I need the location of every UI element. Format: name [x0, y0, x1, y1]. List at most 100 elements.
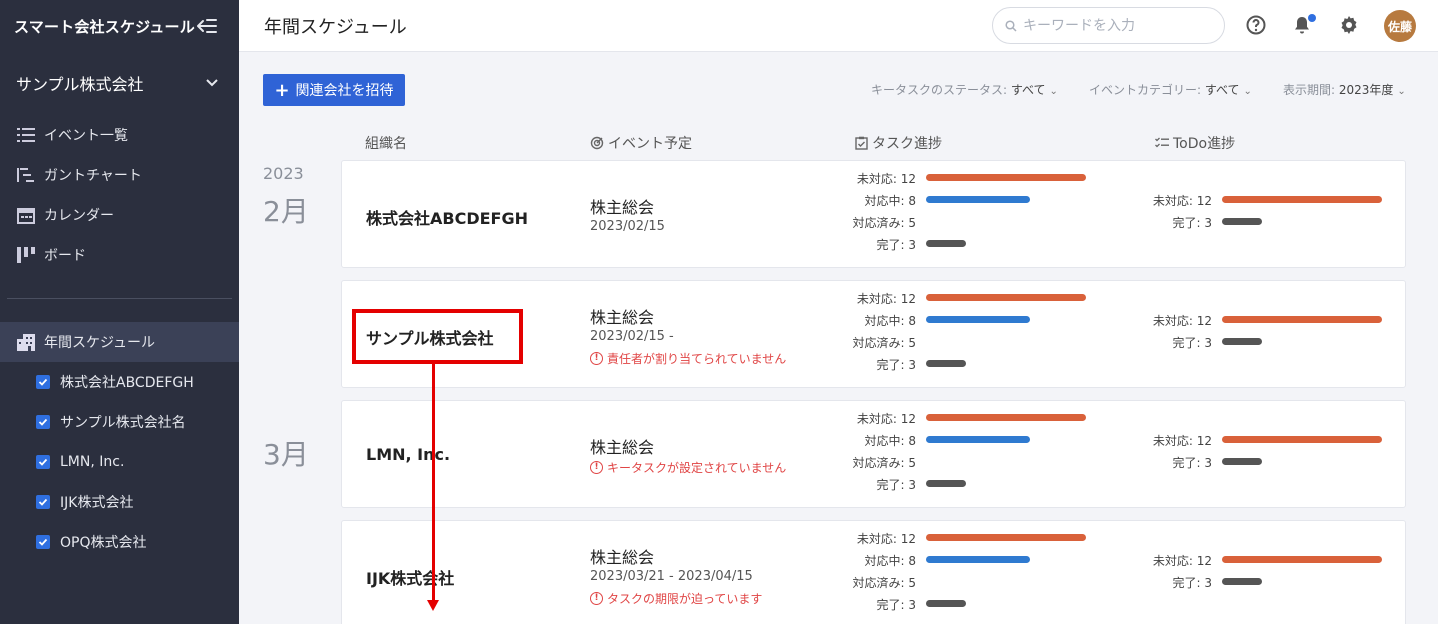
org-name[interactable]: 株式会社ABCDEFGH — [366, 205, 528, 229]
annotation-highlight-box — [352, 309, 523, 364]
filter-label: キータスクのステータス: — [871, 83, 1011, 97]
task-progress-bar-in-progress — [926, 316, 1030, 323]
search-box[interactable] — [992, 7, 1225, 44]
schedule-row[interactable]: LMN, Inc. 株主総会 ! キータスクが設定されていません 未対応: 12… — [341, 400, 1406, 508]
org-filter-item[interactable]: IJK株式会社 — [0, 482, 239, 522]
todo-progress-bar-done — [1222, 578, 1262, 585]
building-icon — [16, 332, 36, 352]
sidebar-divider — [7, 298, 232, 299]
org-filter-item[interactable]: OPQ株式会社 — [0, 522, 239, 562]
chevron-down-icon: ⌄ — [1049, 86, 1058, 97]
task-progress-label-in-progress: 対応中: 8 — [864, 434, 917, 448]
task-progress-label-done: 完了: 3 — [876, 238, 917, 252]
collapse-sidebar-icon[interactable] — [195, 14, 219, 38]
todo-progress-label-open: 未対応: 12 — [1152, 434, 1212, 448]
org-filter-label: サンプル株式会社名 — [60, 415, 186, 431]
task-progress-label-done: 完了: 3 — [876, 358, 917, 372]
org-filter-label: OPQ株式会社 — [60, 535, 147, 551]
annotation-arrow-head — [427, 600, 439, 611]
filter-event-category[interactable]: イベントカテゴリー: すべて ⌄ — [1089, 81, 1252, 98]
todo-progress-bar-open — [1222, 556, 1382, 563]
sidebar-item-board[interactable]: ボード — [0, 235, 239, 275]
chevron-down-icon: ⌄ — [1397, 86, 1406, 97]
app-title: スマート会社スケジュール — [14, 17, 195, 36]
org-filter-item[interactable]: サンプル株式会社名 — [0, 402, 239, 442]
alert-icon: ! — [590, 352, 603, 365]
event-title[interactable]: 株主総会 — [590, 304, 654, 328]
event-date: 2023/03/21 - 2023/04/15 — [590, 569, 753, 584]
todo-progress-label-done: 完了: 3 — [1172, 576, 1213, 590]
event-date: 2023/02/15 — [590, 219, 665, 234]
sidebar-item-annual-schedule[interactable]: 年間スケジュール — [0, 322, 239, 362]
schedule-row[interactable]: 株式会社ABCDEFGH 株主総会 2023/02/15 未対応: 12 対応中:… — [341, 160, 1406, 268]
checkbox-checked-icon[interactable] — [36, 535, 50, 549]
chevron-down-icon — [206, 79, 218, 87]
todo-progress-bar-done — [1222, 218, 1262, 225]
filter-display-period[interactable]: 表示期間: 2023年度 ⌄ — [1283, 81, 1406, 98]
column-label: 組織名 — [365, 136, 407, 152]
todo-progress-bar-open — [1222, 316, 1382, 323]
todo-progress-label-open: 未対応: 12 — [1152, 554, 1212, 568]
org-filter-item[interactable]: 株式会社ABCDEFGH — [0, 362, 239, 402]
clipboard-check-icon — [855, 136, 868, 150]
column-header-event: イベント予定 — [590, 133, 692, 153]
task-progress-bar-in-progress — [926, 436, 1030, 443]
task-progress-bar-in-progress — [926, 196, 1030, 203]
org-filter-item[interactable]: LMN, Inc. — [0, 442, 239, 482]
org-name[interactable]: LMN, Inc. — [366, 445, 450, 464]
filter-value: 2023年度 — [1338, 83, 1394, 97]
task-progress-label-in-progress: 対応中: 8 — [864, 554, 917, 568]
task-progress-label-open: 未対応: 12 — [856, 292, 916, 306]
schedule-row[interactable]: IJK株式会社 株主総会 2023/03/21 - 2023/04/15 ! タ… — [341, 520, 1406, 624]
help-icon[interactable] — [1245, 14, 1267, 36]
event-title[interactable]: 株主総会 — [590, 194, 654, 218]
checkbox-checked-icon[interactable] — [36, 455, 50, 469]
warning-text: キータスクが設定されていません — [607, 461, 787, 475]
filter-key-task-status[interactable]: キータスクのステータス: すべて ⌄ — [871, 81, 1058, 98]
alert-icon: ! — [590, 461, 603, 474]
todo-progress-bar-open — [1222, 436, 1382, 443]
target-icon — [590, 136, 604, 150]
task-progress-bar-done — [926, 360, 966, 367]
todo-progress-bar-open — [1222, 196, 1382, 203]
todo-progress-label-open: 未対応: 12 — [1152, 314, 1212, 328]
sidebar-header: スマート会社スケジュール — [0, 0, 239, 52]
sidebar-item-events[interactable]: イベント一覧 — [0, 115, 239, 155]
task-progress-bar-in-progress — [926, 556, 1030, 563]
calendar-icon — [16, 205, 36, 225]
avatar[interactable]: 佐藤 — [1384, 10, 1416, 42]
org-name[interactable]: IJK株式会社 — [366, 565, 454, 589]
checkbox-checked-icon[interactable] — [36, 495, 50, 509]
checkbox-checked-icon[interactable] — [36, 415, 50, 429]
sidebar-item-label: ボード — [44, 248, 86, 264]
task-progress-label-open: 未対応: 12 — [856, 412, 916, 426]
invite-company-button[interactable]: + 関連会社を招待 — [263, 74, 405, 106]
task-progress-bar-done — [926, 240, 966, 247]
todo-progress-bar-done — [1222, 458, 1262, 465]
list-icon — [16, 125, 36, 145]
task-progress-label-resolved: 対応済み: 5 — [852, 336, 917, 350]
alert-icon: ! — [590, 592, 603, 605]
month-label: 2月 — [263, 195, 309, 228]
gear-icon[interactable] — [1338, 14, 1360, 36]
sidebar-item-label: 年間スケジュール — [44, 335, 156, 351]
event-title[interactable]: 株主総会 — [590, 544, 654, 568]
todo-progress-label-done: 完了: 3 — [1172, 336, 1213, 350]
sidebar-item-label: カレンダー — [44, 208, 114, 224]
task-progress-label-resolved: 対応済み: 5 — [852, 576, 917, 590]
sidebar-item-calendar[interactable]: カレンダー — [0, 195, 239, 235]
top-header: 年間スケジュール 佐藤 — [239, 0, 1438, 52]
checkbox-checked-icon[interactable] — [36, 375, 50, 389]
event-title[interactable]: 株主総会 — [590, 434, 654, 458]
org-filter-label: IJK株式会社 — [60, 495, 134, 511]
sidebar-item-label: イベント一覧 — [44, 128, 128, 144]
search-input[interactable] — [1023, 17, 1203, 34]
page-title: 年間スケジュール — [264, 17, 407, 38]
notification-dot — [1308, 14, 1316, 22]
column-header-todo: ToDo進捗 — [1155, 133, 1235, 153]
sidebar-item-gantt[interactable]: ガントチャート — [0, 155, 239, 195]
task-progress-bar-open — [926, 414, 1086, 421]
company-selector[interactable]: サンプル株式会社 — [0, 52, 239, 114]
todo-progress-label-done: 完了: 3 — [1172, 216, 1213, 230]
company-name: サンプル株式会社 — [16, 75, 144, 94]
